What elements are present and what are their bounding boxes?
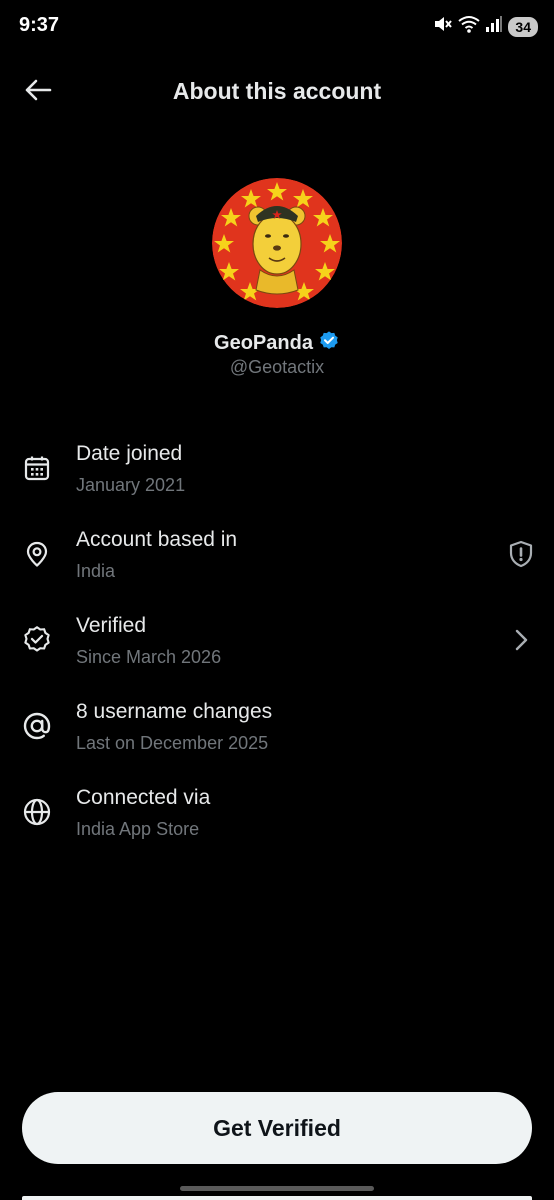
info-title: Account based in [76, 528, 238, 551]
bottom-sheet-edge [22, 1196, 532, 1200]
verified-badge-icon [318, 330, 340, 357]
chevron-right-icon[interactable] [506, 625, 536, 655]
home-indicator[interactable] [180, 1186, 374, 1191]
header: About this account [0, 66, 554, 118]
get-verified-button[interactable]: Get Verified [22, 1092, 532, 1164]
info-row-username-changes: 8 username changes Last on December 2025 [0, 686, 554, 772]
info-subtitle: Last on December 2025 [76, 733, 269, 753]
status-bar: 9:37 34 [0, 0, 554, 52]
info-title: 8 username changes [76, 700, 273, 723]
info-row-connected-via: Connected via India App Store [0, 772, 554, 858]
page-title: About this account [172, 78, 382, 104]
profile-handle: @Geotactix [229, 357, 325, 377]
info-subtitle: January 2021 [76, 475, 186, 495]
info-subtitle: Since March 2026 [76, 647, 222, 667]
mute-icon [433, 15, 453, 38]
info-row-date-joined: Date joined January 2021 [0, 428, 554, 514]
signal-icon [485, 15, 503, 38]
info-row-account-based-in: Account based in India [0, 514, 554, 600]
calendar-icon [22, 453, 52, 483]
battery-icon: 34 [508, 16, 538, 37]
shield-alert-icon[interactable] [506, 539, 536, 569]
globe-icon [22, 797, 52, 827]
location-pin-icon [22, 539, 52, 569]
info-subtitle: India [76, 561, 116, 581]
display-name: GeoPanda [214, 332, 313, 354]
profile-name-row: GeoPanda [0, 330, 554, 357]
at-sign-icon [22, 711, 52, 741]
info-subtitle: India App Store [76, 819, 200, 839]
info-title: Date joined [76, 442, 183, 465]
wifi-icon [458, 15, 481, 38]
info-row-verified[interactable]: Verified Since March 2026 [0, 600, 554, 686]
account-info-list: Date joined January 2021 Account based i… [0, 428, 554, 858]
status-icons: 34 [433, 15, 538, 38]
info-title: Verified [76, 614, 147, 637]
verified-outline-icon [22, 625, 52, 655]
status-time: 9:37 [19, 14, 60, 36]
avatar[interactable] [212, 178, 342, 308]
info-title: Connected via [76, 786, 211, 809]
